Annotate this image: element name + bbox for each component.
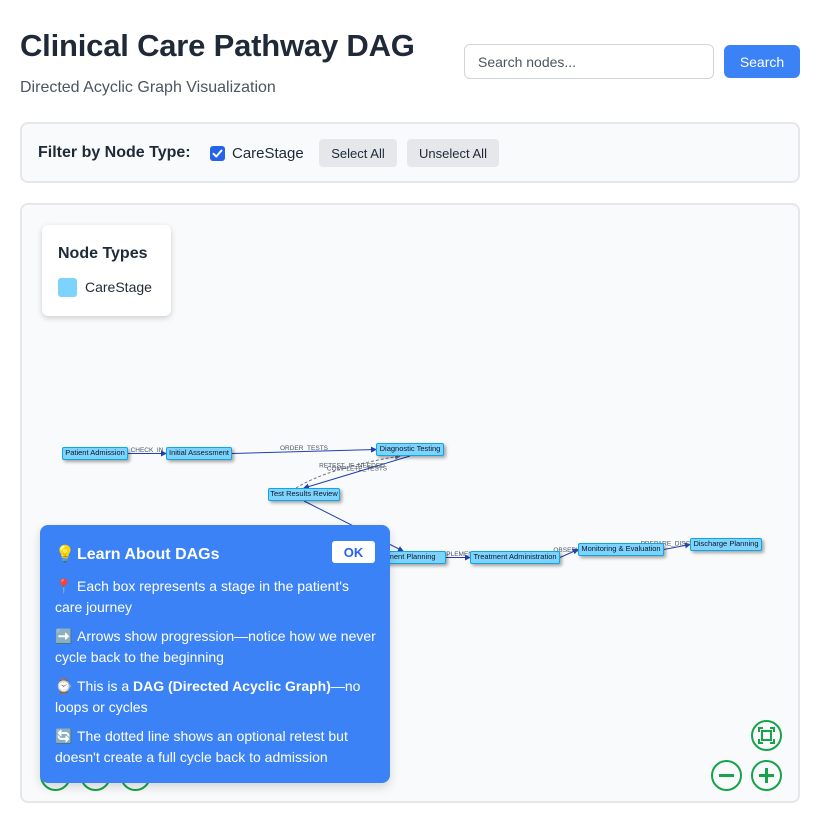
tooltip-item: 📍 Each box represents a stage in the pati… <box>55 576 377 618</box>
fit-screen-button[interactable] <box>751 720 782 751</box>
tooltip-item-bold: DAG (Directed Acyclic Graph) <box>133 678 331 694</box>
lightbulb-icon: 💡 <box>55 546 75 563</box>
tooltip-item: ⌚ This is a DAG (Directed Acyclic Graph)—… <box>55 676 377 718</box>
zoom-in-icon <box>759 768 774 783</box>
unselect-all-button[interactable]: Unselect All <box>407 139 499 167</box>
select-all-button[interactable]: Select All <box>319 139 397 167</box>
dag-node-monitoring-evaluation[interactable]: Monitoring & Evaluation <box>578 543 664 556</box>
zoom-in-button[interactable] <box>751 760 782 791</box>
filter-panel: Filter by Node Type: CareStage Select Al… <box>20 122 800 183</box>
arrow-right-icon: ➡️ <box>55 628 73 644</box>
search-input[interactable] <box>464 44 714 79</box>
tooltip-item-text: The dotted line shows an optional retest… <box>55 728 348 765</box>
dag-node-discharge-planning[interactable]: Discharge Planning <box>690 538 762 551</box>
dag-edge-label: RETEST_IF_NEEDED <box>319 463 385 470</box>
tooltip-item: ➡️ Arrows show progression—notice how we … <box>55 626 377 668</box>
dag-tooltip: 💡 Learn About DAGs OK 📍 Each box represent… <box>40 525 390 783</box>
pin-icon: 📍 <box>55 578 73 594</box>
checkmark-icon <box>212 149 223 158</box>
refresh-icon: 🔄 <box>55 728 73 744</box>
tooltip-item-text: Each box represents a stage in the patie… <box>55 578 349 615</box>
zoom-out-button[interactable] <box>711 760 742 791</box>
tooltip-ok-button[interactable]: OK <box>332 541 375 563</box>
search-button[interactable]: Search <box>724 45 800 78</box>
zoom-out-icon <box>719 774 734 777</box>
dag-node-treatment-administration[interactable]: Treatment Administration <box>470 551 560 564</box>
tooltip-title-text: Learn About DAGs <box>77 546 220 563</box>
dag-edge-label: ORDER_TESTS <box>280 445 329 452</box>
fit-screen-icon <box>758 727 775 744</box>
dag-edge-label: CHECK_IN <box>131 447 164 454</box>
tooltip-item: 🔄 The dotted line shows an optional retes… <box>55 726 377 768</box>
dag-node-patient-admission[interactable]: Patient Admission <box>62 447 128 460</box>
filter-label: Filter by Node Type: <box>38 144 191 161</box>
tooltip-title: 💡 Learn About DAGs <box>55 544 220 564</box>
tooltip-item-text: This is a <box>77 678 134 694</box>
page-subtitle: Directed Acyclic Graph Visualization <box>20 79 276 96</box>
watch-icon: ⌚ <box>55 678 73 694</box>
dag-node-diagnostic-testing[interactable]: Diagnostic Testing <box>376 443 444 456</box>
tooltip-item-text: Arrows show progression—notice how we ne… <box>55 628 376 665</box>
page-title: Clinical Care Pathway DAG <box>20 28 415 63</box>
dag-node-test-results-review[interactable]: Test Results Review <box>268 488 340 501</box>
dag-node-initial-assessment[interactable]: Initial Assessment <box>166 447 232 460</box>
carestage-checkbox-label[interactable]: CareStage <box>232 145 304 162</box>
carestage-checkbox[interactable] <box>210 146 225 161</box>
